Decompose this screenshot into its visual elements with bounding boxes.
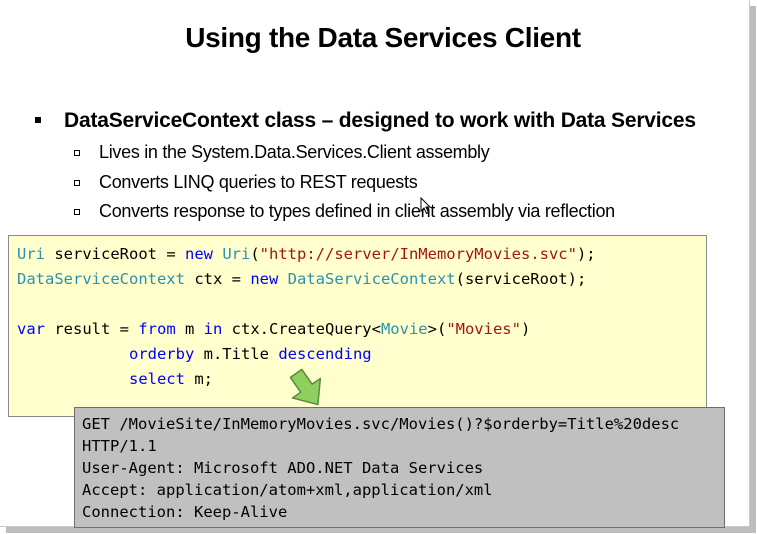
http-request-box: GET /MovieSite/InMemoryMovies.svc/Movies… xyxy=(74,407,725,528)
code-token: Movie xyxy=(380,320,428,338)
code-line-1: Uri serviceRoot = new Uri("http://server… xyxy=(17,245,596,263)
code-line-2: DataServiceContext ctx = new DataService… xyxy=(17,270,586,288)
main-bullet-text: DataServiceContext class – designed to w… xyxy=(64,109,696,132)
hollow-square-bullet-icon xyxy=(74,150,80,156)
code-token: DataServiceContext xyxy=(287,270,456,288)
code-token: Uri xyxy=(17,245,45,263)
http-line: GET /MovieSite/InMemoryMovies.svc/Movies… xyxy=(82,415,680,433)
code-token: "http://server/InMemoryMovies.svc" xyxy=(259,245,577,263)
slide: Using the Data Services Client DataServi… xyxy=(0,0,750,528)
code-token: ) xyxy=(520,320,531,338)
code-token: Uri xyxy=(222,245,251,263)
code-token: ctx.CreateQuery< xyxy=(222,320,381,338)
code-token: orderby xyxy=(128,345,195,363)
code-token: m xyxy=(175,320,204,338)
code-line-4: orderby m.Title descending xyxy=(17,345,372,363)
code-token: from xyxy=(138,320,176,338)
code-token: select xyxy=(128,370,185,388)
code-line-5: select m; xyxy=(17,370,213,388)
code-token: DataServiceContext xyxy=(17,270,185,288)
down-arrow-icon xyxy=(290,368,322,406)
code-token: in xyxy=(203,320,223,338)
slide-shadow-right xyxy=(750,6,756,533)
code-token: >( xyxy=(427,320,447,338)
hollow-square-bullet-icon xyxy=(74,209,80,215)
code-block: Uri serviceRoot = new Uri("http://server… xyxy=(8,235,707,417)
http-line: Accept: application/atom+xml,application… xyxy=(82,481,493,499)
hollow-square-bullet-icon xyxy=(74,180,80,186)
slide-title: Using the Data Services Client xyxy=(185,22,581,53)
code-token: m; xyxy=(184,370,213,388)
http-line: User-Agent: Microsoft ADO.NET Data Servi… xyxy=(82,459,484,477)
http-line: Connection: Keep-Alive xyxy=(82,503,288,521)
code-token: new xyxy=(250,270,279,288)
http-line: HTTP/1.1 xyxy=(82,437,157,455)
code-line-3: var result = from m in ctx.CreateQuery<M… xyxy=(17,320,530,338)
code-token: new xyxy=(184,245,213,263)
http-request-text: GET /MovieSite/InMemoryMovies.svc/Movies… xyxy=(82,413,679,523)
code-token: result = xyxy=(45,320,139,338)
sub-bullet-text: Converts response to types defined in cl… xyxy=(99,201,615,221)
code-token: (serviceRoot); xyxy=(455,270,587,288)
code-token: var xyxy=(17,320,45,338)
code-token: ); xyxy=(576,245,596,263)
code-token: ctx = xyxy=(184,270,251,288)
sub-bullet-text: Lives in the System.Data.Services.Client… xyxy=(99,142,490,162)
code-token: serviceRoot = xyxy=(45,245,185,263)
sub-bullet-text: Converts LINQ queries to REST requests xyxy=(99,172,418,192)
mouse-pointer-icon xyxy=(420,197,432,215)
code-token: "Movies" xyxy=(446,320,521,338)
code-token: ( xyxy=(250,245,260,263)
bullet-square-icon xyxy=(35,117,41,123)
code-token: descending xyxy=(278,345,372,363)
code-token: m.Title xyxy=(194,345,279,363)
